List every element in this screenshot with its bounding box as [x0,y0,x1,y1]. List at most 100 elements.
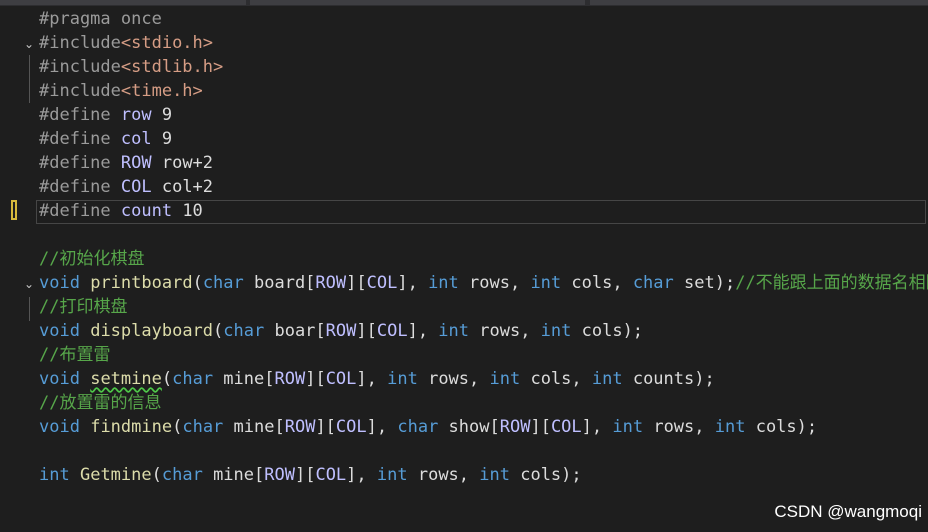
macro-name: col [120,129,152,149]
param: rows, [417,369,490,389]
punct: ], [366,417,398,437]
keyword: int [376,465,408,485]
punct: ( [161,369,173,389]
pragma-directive: #pragma once [39,9,162,29]
keyword: char [223,321,265,341]
include-directive: #include [39,57,121,77]
keyword: int [438,321,470,341]
comment: //打印棋盘 [39,297,128,317]
param: cols, [520,369,592,389]
include-header: <time.h> [120,81,203,101]
code-line-2: ⌄ #include<stdio.h> [0,31,928,55]
function-name: setmine [90,369,162,389]
keyword: char [632,273,674,293]
punct: ][ [294,465,316,485]
macro-value: col+2 [151,177,214,197]
macro-name: count [120,201,173,221]
punct: ], [356,369,388,389]
macro-ref: ROW [284,417,316,437]
comment: //放置雷的信息 [39,393,162,413]
define-directive: #define [39,153,121,173]
code-editor[interactable]: #pragma once ⌄ #include<stdio.h> #includ… [0,7,928,532]
macro-ref: COL [335,417,367,437]
macro-ref: COL [376,321,408,341]
code-line-8: #define COL col+2 [0,175,928,199]
punct: ( [172,417,183,437]
include-directive: #include [39,81,121,101]
code-line-17: //放置雷的信息 [0,391,928,415]
macro-ref: ROW [499,417,531,437]
punct: ], [407,321,439,341]
comment: //不能跟上面的数据名相同 [735,273,928,293]
macro-value: 9 [151,105,173,125]
define-directive: #define [39,105,121,125]
param: counts); [622,369,715,389]
function-name: Getmine [79,465,152,485]
define-directive: #define [39,129,121,149]
code-line-13: //打印棋盘 [0,295,928,319]
keyword: void [39,273,80,293]
keyword: char [397,417,439,437]
code-line-6: #define col 9 [0,127,928,151]
macro-ref: COL [325,369,357,389]
punct: ( [213,321,224,341]
comment: //布置雷 [39,345,111,365]
keyword: void [39,321,80,341]
punct: ][ [346,273,367,293]
macro-ref: ROW [315,273,347,293]
editor-tab-3[interactable] [590,0,928,5]
function-name: findmine [90,417,173,437]
param: rows, [643,417,715,437]
param: rows, [469,321,541,341]
function-name: printboard [90,273,193,293]
keyword: int [479,465,510,485]
include-header: <stdlib.h> [120,57,224,77]
param: rows, [458,273,531,293]
keyword: char [172,369,214,389]
macro-name: ROW [120,153,152,173]
editor-tab-1[interactable] [0,0,246,5]
punct: ], [581,417,613,437]
code-line-9-current[interactable]: #define count 10 [0,199,928,224]
keyword: int [489,369,521,389]
keyword: int [612,417,644,437]
punct: ], [346,465,377,485]
macro-ref: COL [550,417,582,437]
macro-ref: ROW [274,369,306,389]
param: cols); [509,465,582,485]
code-line-1: #pragma once [0,7,928,31]
keyword: int [428,273,459,293]
keyword: int [540,321,572,341]
param: cols, [561,273,633,293]
change-marker [11,200,17,220]
code-line-14: void displayboard(char boar[ROW][COL], i… [0,319,928,343]
macro-ref: COL [366,273,398,293]
macro-ref: COL [315,465,347,485]
fold-toggle-icon[interactable]: ⌄ [22,37,36,51]
keyword: int [387,369,418,389]
code-line-15: //布置雷 [0,343,928,367]
editor-tab-2[interactable] [250,0,585,5]
include-header: <stdio.h> [120,33,214,53]
param: board[ [243,273,316,293]
param: cols); [745,417,818,437]
keyword: char [182,417,224,437]
keyword: int [714,417,746,437]
keyword: char [161,465,203,485]
param: boar[ [264,321,326,341]
keyword: void [39,417,80,437]
function-name: displayboard [90,321,214,341]
code-line-20: int Getmine(char mine[ROW][COL], int row… [0,463,928,487]
fold-toggle-icon[interactable]: ⌄ [22,277,36,291]
punct: ][ [315,417,336,437]
punct: ], [397,273,429,293]
code-line-18: void findmine(char mine[ROW][COL], char … [0,415,928,439]
macro-value: 9 [151,129,173,149]
code-line-3: #include<stdlib.h> [0,55,928,79]
comment: //初始化棋盘 [39,249,145,269]
macro-name: row [120,105,152,125]
keyword: void [39,369,80,389]
